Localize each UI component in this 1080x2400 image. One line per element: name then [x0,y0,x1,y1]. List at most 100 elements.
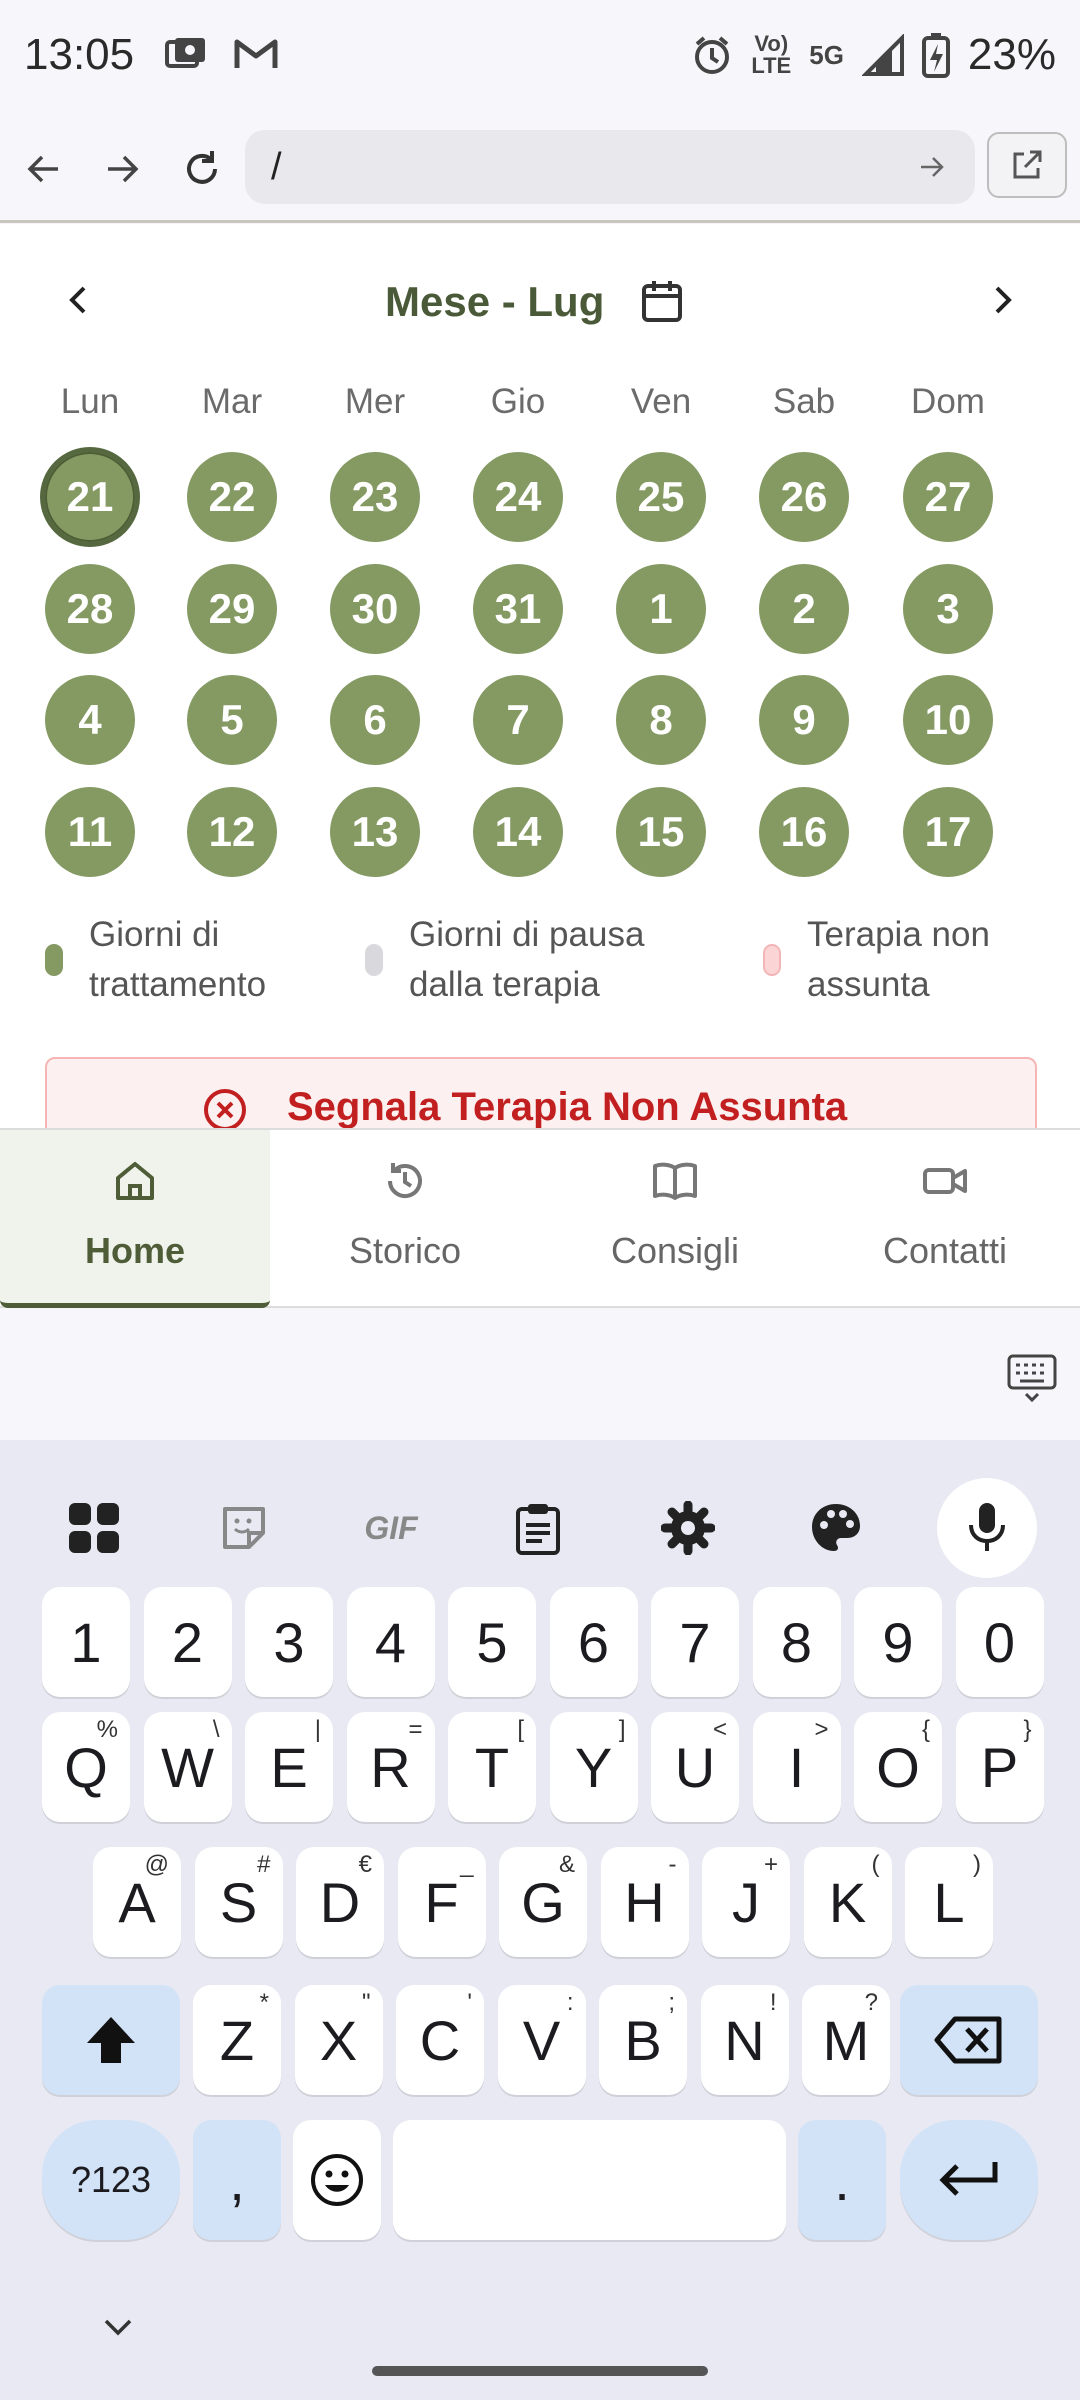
calendar-day[interactable]: 9 [759,675,849,765]
calendar-day[interactable]: 22 [187,452,277,542]
key[interactable]: T[ [448,1712,536,1822]
key[interactable]: 8 [752,1587,841,1697]
key[interactable]: H- [600,1847,689,1957]
key[interactable]: 2 [143,1587,232,1697]
clipboard-button[interactable] [490,1480,586,1576]
key[interactable]: 7 [651,1587,739,1697]
calendar-day[interactable]: 12 [187,787,277,877]
key[interactable]: D € [296,1847,384,1957]
forward-button[interactable] [90,137,154,201]
collapse-keyboard-button[interactable] [100,2315,136,2344]
key[interactable]: 0 [955,1587,1044,1697]
calendar-day[interactable]: 6 [330,675,420,765]
keyboard-hide-button[interactable] [1006,1352,1058,1409]
calendar-day[interactable]: 8 [616,675,706,765]
key[interactable]: X " [294,1985,383,2095]
month-title: Mese - Lug [385,278,605,325]
key[interactable]: R = [346,1712,435,1822]
url-field[interactable]: / [245,130,975,204]
calendar-day[interactable]: 1 [616,564,706,654]
calendar-day-today[interactable]: 21 [40,447,140,547]
apps-button[interactable] [46,1480,142,1576]
key[interactable]: V: [497,1985,586,2095]
calendar-day[interactable]: 7 [473,675,563,765]
key-label: A [118,1870,156,1934]
calendar-day[interactable]: 26 [759,452,849,542]
key[interactable]: O{ [854,1712,942,1822]
calendar-day[interactable]: 16 [759,787,849,877]
shift-key[interactable] [42,1985,180,2095]
calendar-day[interactable]: 30 [330,564,420,654]
settings-button[interactable] [640,1480,736,1576]
symbols-key[interactable]: ?123 [42,2120,180,2240]
key[interactable]: M? [802,1985,890,2095]
key[interactable]: 5 [448,1587,536,1697]
calendar-day[interactable]: 15 [616,787,706,877]
backspace-icon [934,2016,1002,2064]
calendar-day[interactable]: 24 [473,452,563,542]
calendar-day[interactable]: 14 [473,787,563,877]
open-external-button[interactable] [987,132,1067,198]
calendar-day[interactable]: 31 [473,564,563,654]
key[interactable]: Q% [42,1712,130,1822]
calendar-day[interactable]: 29 [187,564,277,654]
calendar-day[interactable]: 2 [759,564,849,654]
tab-contatti[interactable]: Contatti [810,1130,1080,1308]
previous-month-button[interactable] [64,282,94,328]
calendar-day[interactable]: 25 [616,452,706,542]
theme-button[interactable] [788,1480,884,1576]
voice-input-button[interactable] [937,1478,1037,1578]
key[interactable]: 6 [549,1587,638,1697]
enter-key[interactable] [900,2120,1038,2240]
key-alt-label: > [814,1716,829,1743]
key[interactable]: A @ [93,1847,181,1957]
calendar-day[interactable]: 27 [903,452,993,542]
key[interactable]: J + [702,1847,790,1957]
tab-home[interactable]: Home [0,1130,270,1308]
key[interactable]: 3 [245,1587,333,1697]
key[interactable]: E | [245,1712,333,1822]
key[interactable]: 1 [42,1587,130,1697]
tab-storico[interactable]: Storico [270,1130,540,1308]
key[interactable]: K( [803,1847,892,1957]
key[interactable]: B; [599,1985,687,2095]
back-button[interactable] [12,137,76,201]
key[interactable]: S # [194,1847,283,1957]
next-month-button[interactable] [987,282,1017,328]
key[interactable]: F _ [397,1847,486,1957]
gif-button[interactable]: GIF [343,1480,439,1576]
key[interactable]: 4 [346,1587,435,1697]
calendar-day[interactable]: 10 [903,675,993,765]
key-alt-label: ! [769,1989,777,2016]
tab-consigli[interactable]: Consigli [540,1130,810,1308]
key[interactable]: G & [499,1847,587,1957]
calendar-day[interactable]: 3 [903,564,993,654]
calendar-icon[interactable] [640,278,684,329]
calendar-day[interactable]: 5 [187,675,277,765]
reload-button[interactable] [170,137,234,201]
calendar-day[interactable]: 28 [45,564,135,654]
calendar-day[interactable]: 17 [903,787,993,877]
backspace-key[interactable] [900,1985,1038,2095]
key[interactable]: W \ [143,1712,232,1822]
key[interactable]: C ' [396,1985,484,2095]
calendar-day[interactable]: 23 [330,452,420,542]
key[interactable]: I > [752,1712,841,1822]
space-key[interactable] [393,2120,786,2240]
sticker-button[interactable] [196,1480,292,1576]
key[interactable]: P} [955,1712,1044,1822]
key[interactable]: N! [700,1985,789,2095]
key[interactable]: 9 [854,1587,942,1697]
key[interactable]: Z * [193,1985,281,2095]
calendar-day[interactable]: 4 [45,675,135,765]
key[interactable]: Y] [549,1712,638,1822]
key[interactable]: L) [905,1847,993,1957]
calendar-day[interactable]: 11 [45,787,135,877]
go-button[interactable] [918,151,946,190]
calendar-day[interactable]: 13 [330,787,420,877]
emoji-key[interactable] [293,2120,381,2240]
period-key[interactable]: . [798,2120,886,2240]
key[interactable]: U < [651,1712,739,1822]
report-missed-therapy-button[interactable]: Segnala Terapia Non Assunta [45,1057,1037,1129]
comma-key[interactable]: , [193,2120,281,2240]
